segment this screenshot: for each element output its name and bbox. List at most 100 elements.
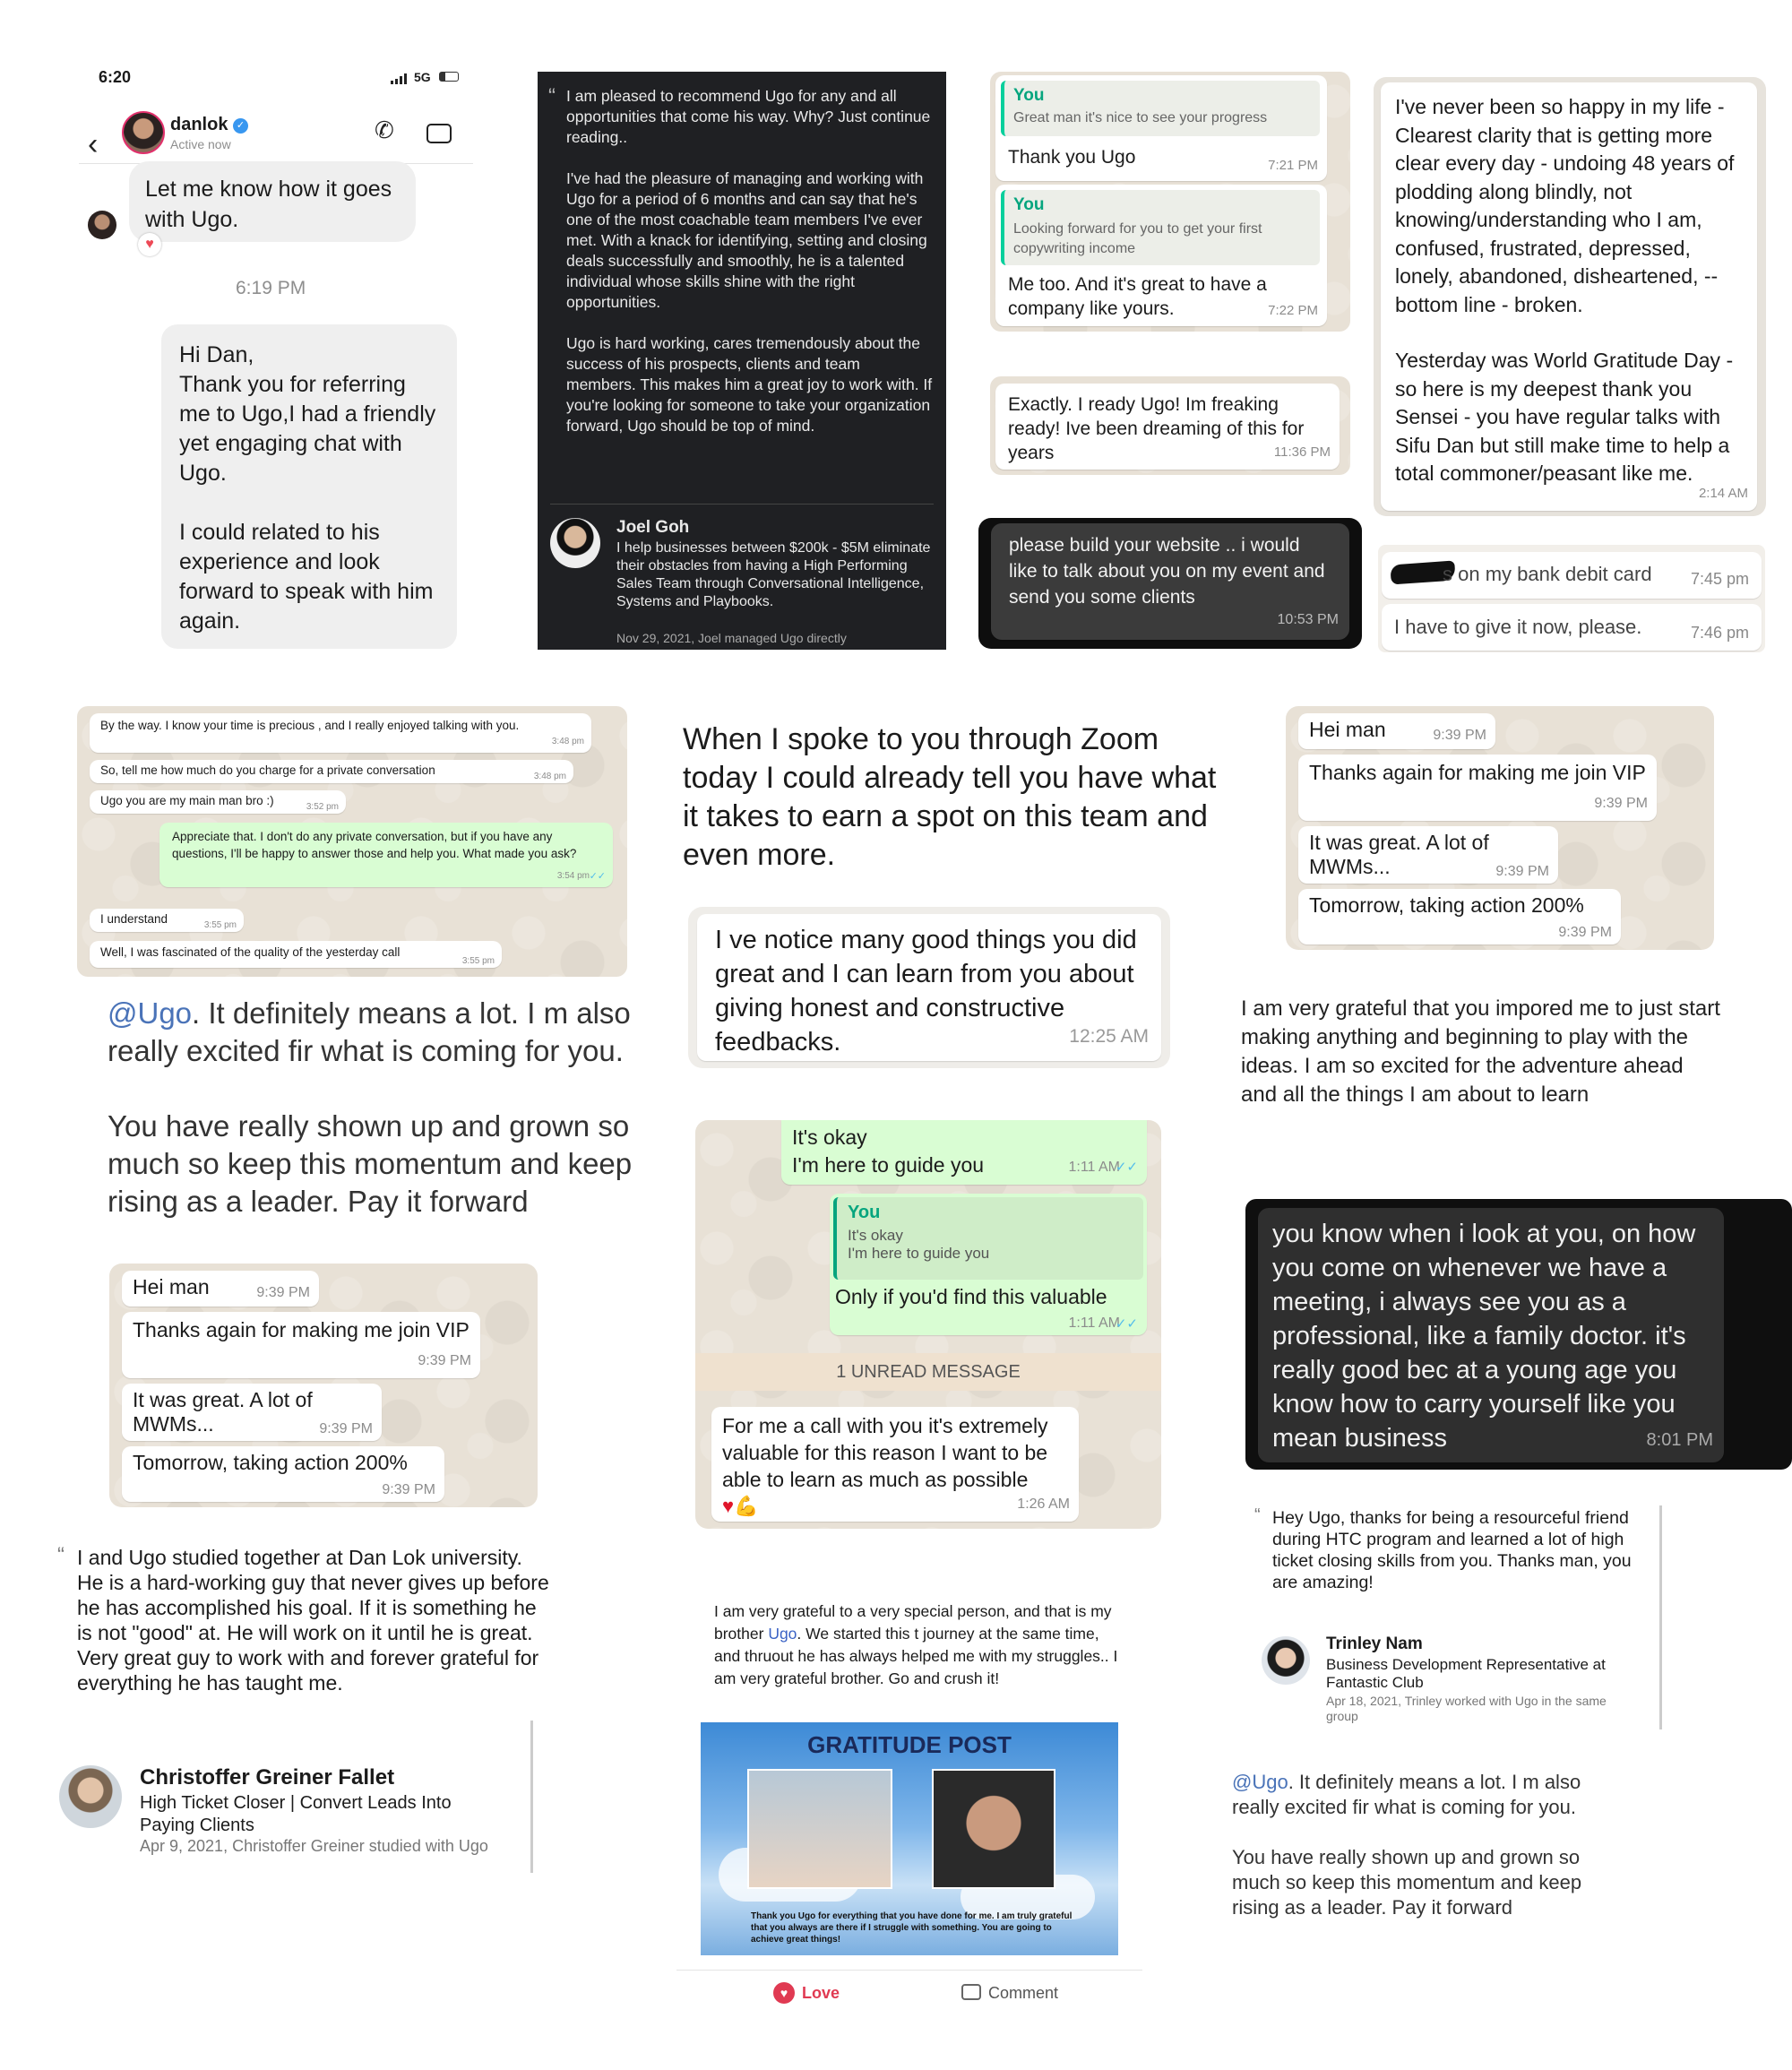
- message-bubble: please build your website .. i would lik…: [991, 523, 1349, 640]
- message-bubble-2: I have to give it now, please. 7:46 pm: [1382, 604, 1762, 651]
- vertical-rule: [1659, 1505, 1662, 1729]
- love-button[interactable]: Love: [802, 1984, 840, 2003]
- divider: [550, 504, 934, 505]
- phone-call-icon[interactable]: ✆: [375, 116, 394, 144]
- recommender-name[interactable]: Christoffer Greiner Fallet: [140, 1765, 394, 1790]
- photo-2: [932, 1769, 1055, 1889]
- post-image: GRATITUDE POST Thank you Ugo for everyth…: [701, 1722, 1118, 1955]
- quote-block: You Great man it's nice to see your prog…: [1001, 81, 1320, 136]
- message-time: 7:46 pm: [1690, 624, 1749, 642]
- message-text: Thanks again for making me join VIP: [133, 1318, 470, 1341]
- message-time: 9:39 PM: [418, 1353, 471, 1368]
- message-time: 9:39 PM: [256, 1285, 310, 1300]
- heart-reaction-icon[interactable]: ♥: [138, 233, 161, 256]
- chat-row-4: Tomorrow, taking action 200% 9:39 PM: [1298, 889, 1621, 944]
- recommender-name[interactable]: Trinley Nam: [1326, 1634, 1423, 1654]
- recommender-name[interactable]: Joel Goh: [616, 518, 689, 538]
- message-time: 9:39 PM: [1558, 925, 1612, 940]
- chat-row-1: By the way. I know your time is precious…: [90, 713, 591, 753]
- message-text: For me a call with you it's extremely va…: [722, 1414, 1048, 1491]
- quote-block: You Looking forward for you to get your …: [1001, 190, 1320, 265]
- message-bubble: I ve notice many good things you did gre…: [697, 914, 1161, 1061]
- quoted-text: Looking forward for you to get your firs…: [1013, 221, 1262, 256]
- comment-icon[interactable]: [961, 1984, 981, 2000]
- message-text: It was great. A lot of MWMs...: [133, 1388, 313, 1436]
- message-time: 1:11 AM: [1068, 1160, 1120, 1175]
- chat-row-2: Thanks again for making me join VIP 9:39 …: [1298, 755, 1657, 821]
- linkedin-recommendation-christoffer: “ I and Ugo studied together at Dan Lok …: [56, 1541, 557, 1873]
- message-time: 11:36 PM: [1273, 444, 1331, 460]
- message-text: By the way. I know your time is precious…: [100, 719, 520, 732]
- message-time: 3:54 pm: [556, 871, 590, 881]
- back-chevron-icon[interactable]: ‹: [88, 127, 98, 162]
- photo-1: [747, 1769, 892, 1889]
- zoom-comment-text: When I spoke to you through Zoom today I…: [683, 722, 1217, 872]
- vertical-rule: [530, 1721, 533, 1873]
- message-time: 7:45 pm: [1690, 570, 1749, 588]
- quote-block: You It's okay I'm here to guide you: [833, 1197, 1143, 1280]
- message-time: 3:48 pm: [533, 772, 566, 781]
- message-time: 1:11 AM: [1068, 1315, 1120, 1331]
- message-time: 7:21 PM: [1268, 158, 1318, 173]
- message-with-quote-2: You Looking forward for you to get your …: [995, 185, 1327, 326]
- recommender-avatar[interactable]: [1262, 1636, 1310, 1685]
- gratitude-post: I am very grateful to a very special per…: [676, 1595, 1142, 2016]
- quote-author: You: [1013, 195, 1045, 214]
- message-time: 9:39 PM: [1594, 796, 1648, 811]
- recommendation-date: Nov 29, 2021, Joel managed Ugo directly: [616, 631, 847, 645]
- message-with-quote-1: You Great man it's nice to see your prog…: [995, 75, 1327, 181]
- whatsapp-ready-chat: Exactly. I ready Ugo! Im freaking ready!…: [990, 376, 1350, 475]
- comment-text: I am very grateful that you impored me t…: [1241, 996, 1720, 1078]
- comment-line-2: You have really shown up and grown so mu…: [108, 1109, 633, 1218]
- dark-chat-doctor: you know when i look at you, on how you …: [1245, 1199, 1792, 1470]
- recommendation-text: I and Ugo studied together at Dan Lok un…: [77, 1546, 549, 1695]
- message-paragraph-2: Yesterday was World Gratitude Day - so h…: [1395, 349, 1734, 485]
- chat-row-5: I understand 3:55 pm: [90, 909, 244, 932]
- quoted-line-1: It's okay: [848, 1227, 903, 1244]
- username[interactable]: danlok: [170, 115, 228, 135]
- recommendation-text: Hey Ugo, thanks for being a resourceful …: [1272, 1508, 1632, 1592]
- user-mention[interactable]: Ugo: [768, 1625, 797, 1643]
- whatsapp-pricing-chat: By the way. I know your time is precious…: [77, 706, 627, 977]
- quote-icon: “: [57, 1543, 65, 1567]
- status-time: 6:20: [99, 68, 132, 86]
- message-bubble-1: It's okay I'm here to guide you 1:11 AM ✓…: [781, 1120, 1147, 1185]
- unread-divider: 1 UNREAD MESSAGE: [695, 1353, 1161, 1391]
- message-bubble: Exactly. I ready Ugo! Im freaking ready!…: [995, 384, 1340, 470]
- recommender-avatar[interactable]: [59, 1765, 122, 1828]
- whatsapp-progress-chat: You Great man it's nice to see your prog…: [990, 72, 1350, 332]
- chat-row-3: It was great. A lot of MWMs... 9:39 PM: [122, 1384, 382, 1441]
- message-time: 9:39 PM: [382, 1482, 435, 1497]
- message-time: 3:55 pm: [203, 920, 237, 930]
- read-receipt-icon: ✓✓: [1115, 1316, 1138, 1332]
- message-bubble-outgoing: Hi Dan, Thank you for referring me to Ug…: [161, 324, 457, 649]
- whatsapp-vip-chat-left: Hei man 9:39 PM Thanks again for making m…: [109, 1264, 538, 1507]
- recommendation-paragraph-2: I've had the pleasure of managing and wo…: [566, 169, 927, 311]
- post-divider: [676, 1970, 1142, 1971]
- message-text: Exactly. I ready Ugo! Im freaking ready!…: [1008, 394, 1305, 463]
- heart-icon[interactable]: ♥: [773, 1982, 795, 2004]
- message-time: 8:01 PM: [1646, 1430, 1713, 1450]
- user-mention[interactable]: @Ugo: [108, 996, 192, 1030]
- recommender-avatar[interactable]: [550, 518, 600, 568]
- video-call-icon[interactable]: [426, 124, 452, 143]
- recommender-title: High Ticket Closer | Convert Leads Into …: [140, 1793, 452, 1835]
- comment-button[interactable]: Comment: [988, 1984, 1058, 2003]
- message-text: Thank you Ugo: [1008, 147, 1136, 168]
- chat-row-4: Tomorrow, taking action 200% 9:39 PM: [122, 1446, 444, 1502]
- user-mention[interactable]: @Ugo: [1232, 1771, 1288, 1793]
- message-text: Tomorrow, taking action 200%: [133, 1451, 408, 1474]
- message-text: Hei man: [133, 1275, 210, 1298]
- message-text: I have to give it now, please.: [1394, 616, 1642, 638]
- network-label: 5G: [414, 70, 431, 84]
- read-receipt-icon: ✓✓: [1115, 1160, 1138, 1175]
- message-time: 3:55 pm: [461, 956, 495, 966]
- message-text: It was great. A lot of MWMs...: [1309, 831, 1489, 878]
- reply-line-3: I could related to his experience and lo…: [179, 520, 434, 634]
- message-time: 2:14 AM: [1698, 485, 1748, 501]
- chat-row-4: Appreciate that. I don't do any private …: [159, 823, 613, 887]
- chat-row-2: So, tell me how much do you charge for a…: [90, 760, 573, 783]
- recommender-title: I help businesses between $200k - $5M el…: [616, 540, 931, 609]
- avatar[interactable]: [122, 111, 165, 154]
- message-time: 12:25 AM: [1069, 1026, 1149, 1047]
